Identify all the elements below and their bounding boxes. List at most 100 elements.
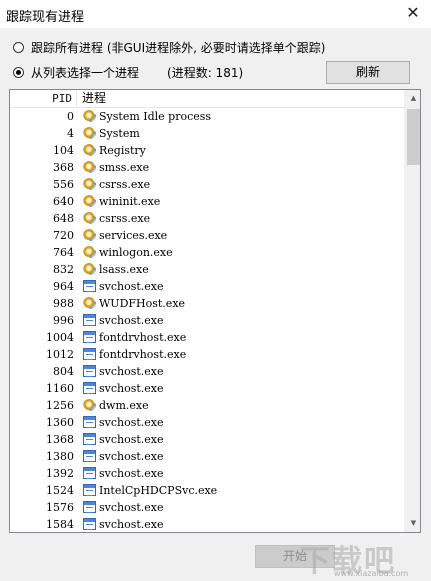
process-name-cell: System (99, 127, 140, 140)
table-row[interactable]: 1012 fontdrvhost.exe (10, 346, 404, 363)
table-row[interactable]: 1368 svchost.exe (10, 431, 404, 448)
window-icon (83, 365, 96, 377)
process-name-cell: fontdrvhost.exe (99, 331, 187, 344)
pid-cell: 368 (53, 161, 74, 174)
table-row[interactable]: 964 svchost.exe (10, 278, 404, 295)
window-icon (83, 331, 96, 343)
pid-cell: 1524 (46, 484, 74, 497)
table-row[interactable]: 764 winlogon.exe (10, 244, 404, 261)
pid-cell: 640 (53, 195, 74, 208)
column-divider[interactable] (76, 90, 77, 107)
process-name-cell: smss.exe (99, 161, 150, 174)
table-row[interactable]: 1256 dwm.exe (10, 397, 404, 414)
table-row[interactable]: 1380 svchost.exe (10, 448, 404, 465)
select-from-list-radio[interactable] (13, 66, 24, 78)
process-name-cell: IntelCpHDCPSvc.exe (99, 484, 218, 497)
process-name-cell: services.exe (99, 229, 168, 242)
table-row[interactable]: 1160 svchost.exe (10, 380, 404, 397)
gear-icon (83, 195, 96, 207)
process-name-cell: svchost.exe (99, 382, 164, 395)
gear-icon (83, 144, 96, 156)
process-name-cell: winlogon.exe (99, 246, 173, 259)
pid-cell: 4 (67, 127, 74, 140)
pid-cell: 104 (53, 144, 74, 157)
process-name-cell: wininit.exe (99, 195, 161, 208)
process-name-cell: csrss.exe (99, 212, 151, 225)
process-name-cell: System Idle process (99, 110, 212, 123)
select-from-list-option[interactable]: 从列表选择一个进程 (进程数: 181) (13, 63, 243, 81)
table-row[interactable]: 804 svchost.exe (10, 363, 404, 380)
pid-cell: 1012 (46, 348, 74, 361)
pid-cell: 1256 (46, 399, 74, 412)
table-row[interactable]: 1360 svchost.exe (10, 414, 404, 431)
gear-icon (83, 229, 96, 241)
pid-cell: 648 (53, 212, 74, 225)
table-row[interactable]: 988 WUDFHost.exe (10, 295, 404, 312)
table-row[interactable]: 996 svchost.exe (10, 312, 404, 329)
window-icon (83, 382, 96, 394)
process-name-cell: Registry (99, 144, 146, 157)
process-name-cell: fontdrvhost.exe (99, 348, 187, 361)
vertical-scrollbar[interactable]: ▲ ▼ (404, 90, 420, 532)
table-row[interactable]: 1524 IntelCpHDCPSvc.exe (10, 482, 404, 499)
pid-cell: 832 (53, 263, 74, 276)
pid-cell: 1584 (46, 518, 74, 531)
gear-icon (83, 263, 96, 275)
watermark-url: www.xiazaiba.com (334, 569, 409, 578)
pid-cell: 1004 (46, 331, 74, 344)
column-header-process[interactable]: 进程 (82, 90, 106, 107)
table-row[interactable]: 832 lsass.exe (10, 261, 404, 278)
list-rows: 0 System Idle process 4 System 104 Registry 36… (10, 108, 404, 532)
trace-all-radio[interactable] (13, 41, 24, 53)
table-row[interactable]: 720 services.exe (10, 227, 404, 244)
process-name-cell: svchost.exe (99, 501, 164, 514)
window-icon (83, 280, 96, 292)
table-row[interactable]: 640 wininit.exe (10, 193, 404, 210)
process-name-cell: dwm.exe (99, 399, 149, 412)
table-row[interactable]: 1004 fontdrvhost.exe (10, 329, 404, 346)
process-list[interactable]: PID 进程 0 System Idle process 4 System 104 Reg… (9, 89, 421, 533)
process-name-cell: svchost.exe (99, 416, 164, 429)
table-row[interactable]: 556 csrss.exe (10, 176, 404, 193)
table-row[interactable]: 648 csrss.exe (10, 210, 404, 227)
process-name-cell: svchost.exe (99, 467, 164, 480)
process-name-cell: csrss.exe (99, 178, 151, 191)
window-icon (83, 484, 96, 496)
table-row[interactable]: 104 Registry (10, 142, 404, 159)
window-icon (83, 348, 96, 360)
trace-all-option[interactable]: 跟踪所有进程 (非GUI进程除外, 必要时请选择单个跟踪) (13, 38, 325, 56)
table-row[interactable]: 1392 svchost.exe (10, 465, 404, 482)
pid-cell: 720 (53, 229, 74, 242)
table-row[interactable]: 4 System (10, 125, 404, 142)
pid-cell: 1368 (46, 433, 74, 446)
pid-cell: 0 (67, 110, 74, 123)
gear-icon (83, 246, 96, 258)
scroll-up-button[interactable]: ▲ (405, 90, 420, 107)
pid-cell: 764 (53, 246, 74, 259)
table-row[interactable]: 1576 svchost.exe (10, 499, 404, 516)
trace-all-label: 跟踪所有进程 (非GUI进程除外, 必要时请选择单个跟踪) (31, 40, 326, 55)
refresh-button[interactable]: 刷新 (326, 61, 410, 84)
process-name-cell: svchost.exe (99, 365, 164, 378)
table-row[interactable]: 368 smss.exe (10, 159, 404, 176)
pid-cell: 1360 (46, 416, 74, 429)
table-row[interactable]: 0 System Idle process (10, 108, 404, 125)
pid-cell: 1160 (46, 382, 74, 395)
window-icon (83, 518, 96, 530)
scroll-thumb[interactable] (407, 109, 420, 165)
pid-cell: 964 (53, 280, 74, 293)
window-icon (83, 450, 96, 462)
pid-cell: 804 (53, 365, 74, 378)
window-icon (83, 433, 96, 445)
close-button[interactable]: ✕ (395, 0, 431, 28)
window-title: 跟踪现有进程 (6, 10, 85, 25)
process-name-cell: WUDFHost.exe (99, 297, 186, 310)
column-header-pid[interactable]: PID (10, 90, 76, 107)
window-icon (83, 416, 96, 428)
gear-icon (83, 399, 96, 411)
gear-icon (83, 212, 96, 224)
gear-icon (83, 297, 96, 309)
process-name-cell: svchost.exe (99, 280, 164, 293)
gear-icon (83, 127, 96, 139)
window-icon (83, 314, 96, 326)
